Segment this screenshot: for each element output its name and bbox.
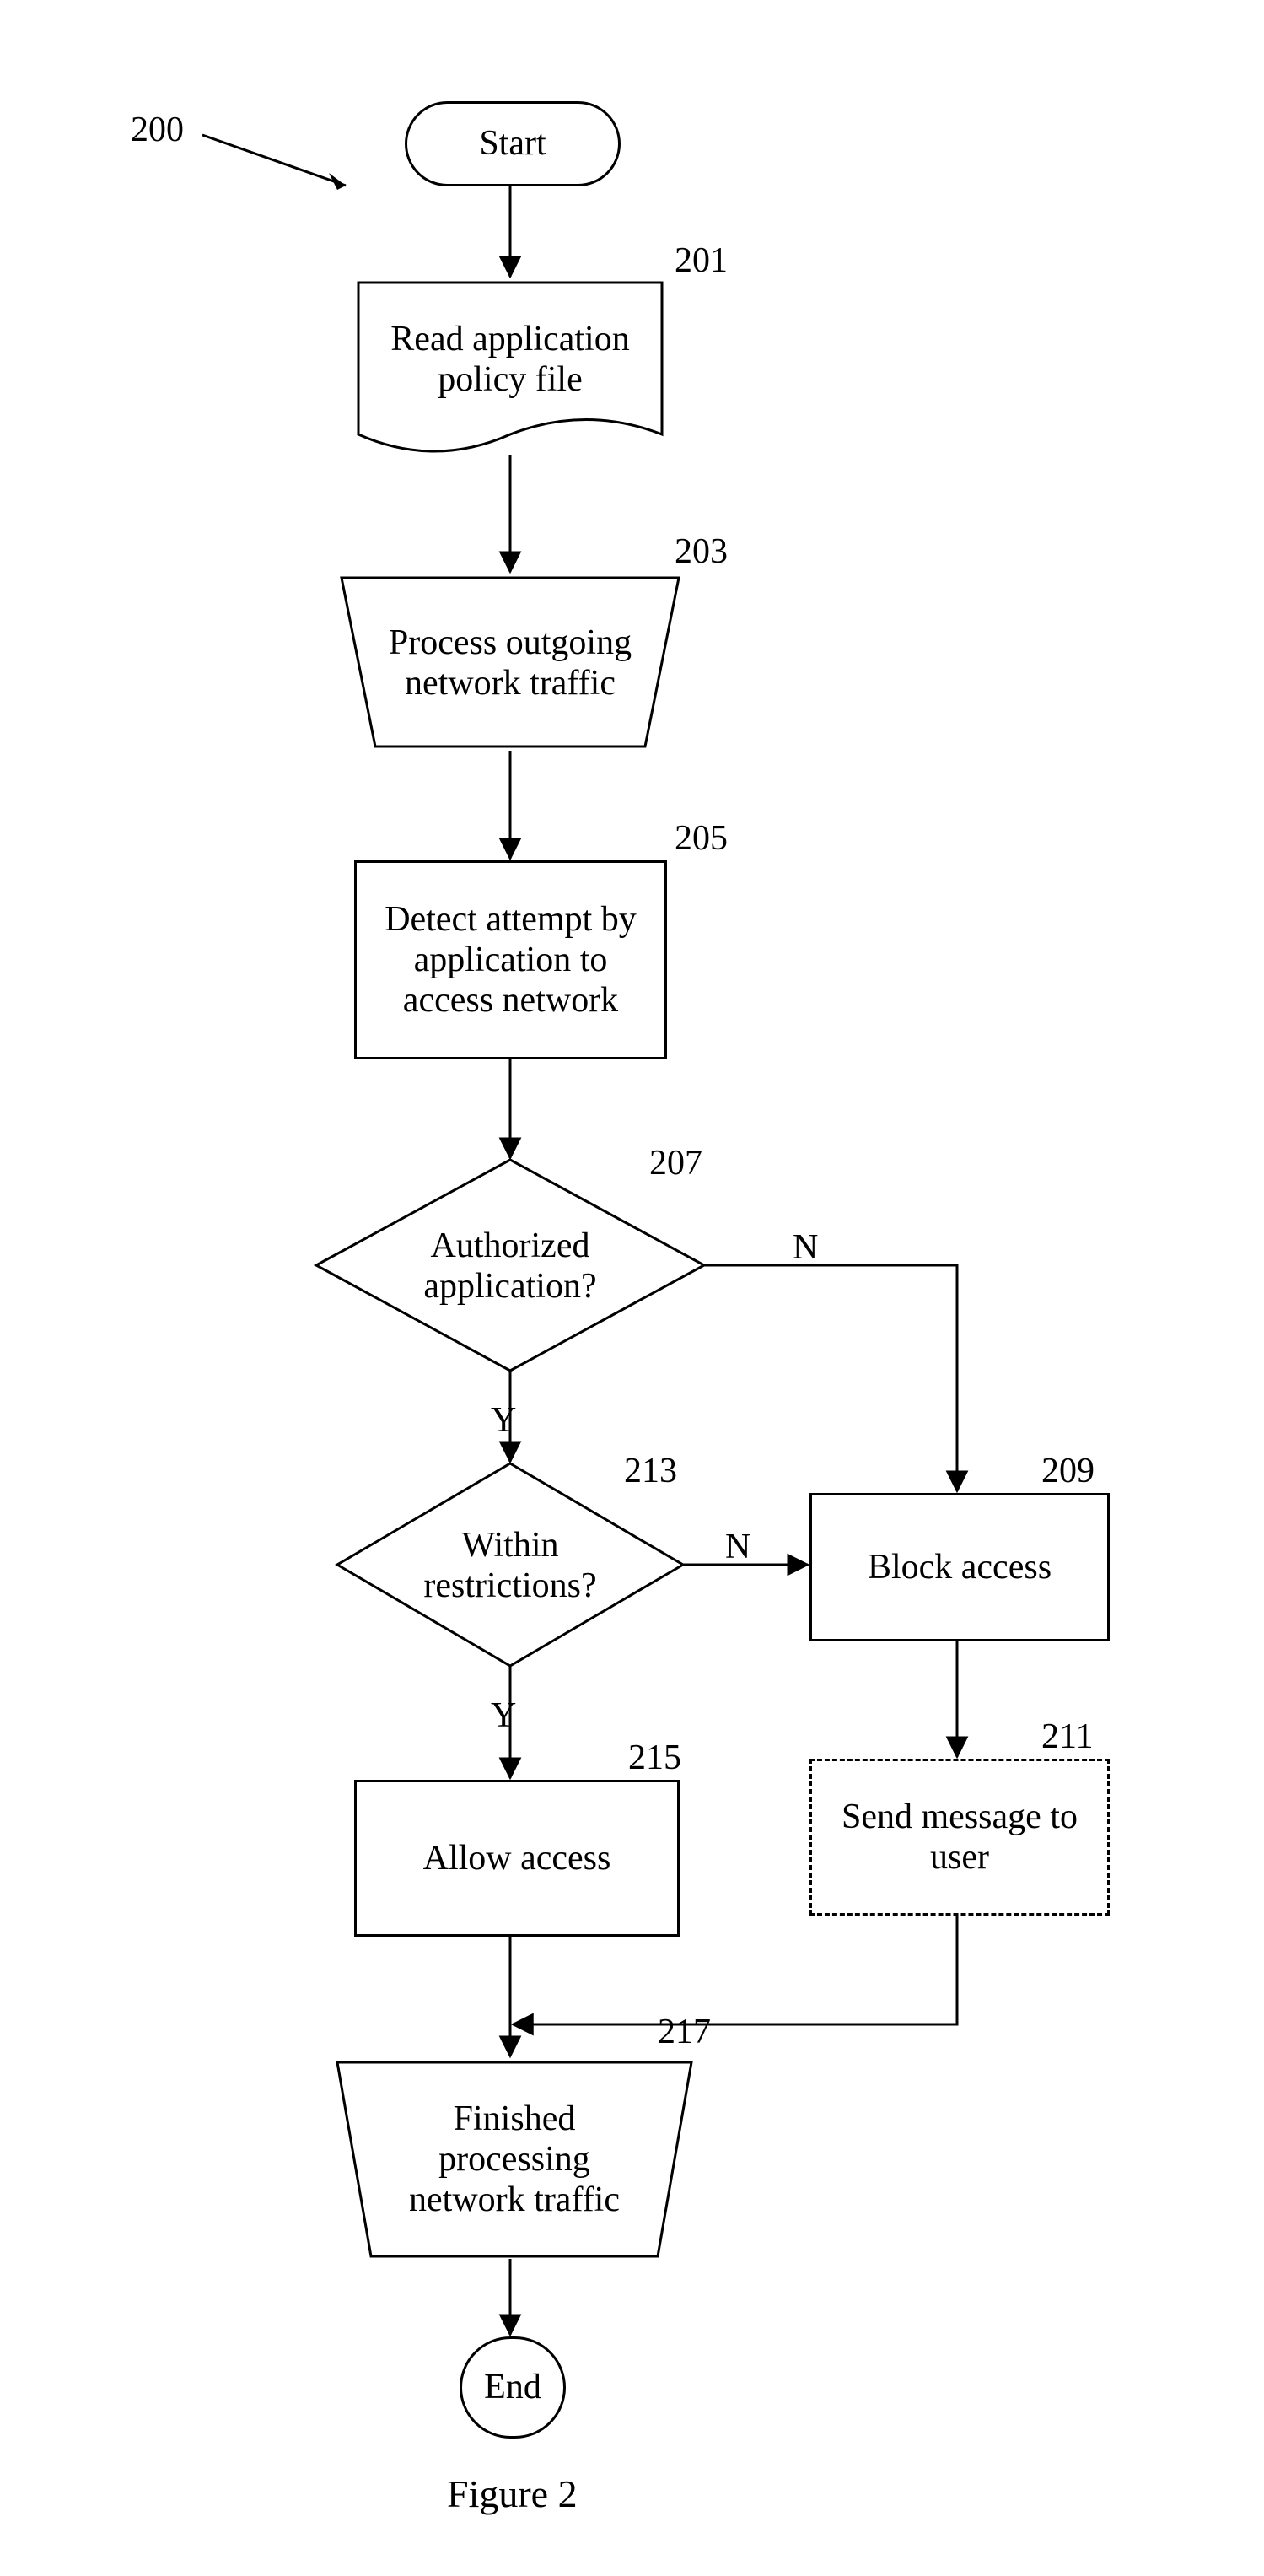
connectors <box>0 0 1264 2576</box>
flowchart-figure: 200 Start 201 Read applicationpolicy fil… <box>0 0 1264 2576</box>
